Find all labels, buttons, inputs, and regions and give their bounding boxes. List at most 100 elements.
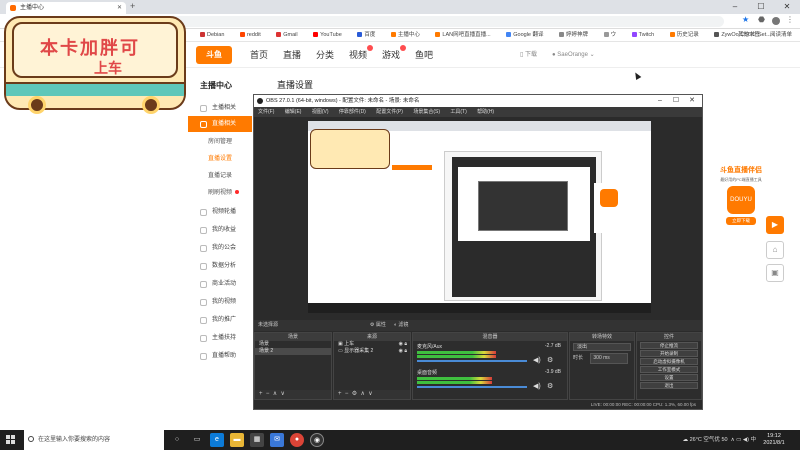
download-now-button[interactable]: 立即下载: [726, 217, 756, 225]
cortana-icon[interactable]: ○: [170, 433, 184, 447]
obs-preview[interactable]: [308, 121, 651, 313]
system-tray[interactable]: ☁ 26°C 空气优 50 ∧ ▭ ◀) 中: [683, 430, 756, 450]
obs-close-button[interactable]: ✕: [684, 95, 700, 107]
avatar[interactable]: [772, 17, 780, 25]
bookmark-other[interactable]: 其他书签: [738, 29, 760, 41]
sidebar-item[interactable]: 我的收益: [188, 222, 252, 238]
sidebar-item[interactable]: 数据分析: [188, 258, 252, 274]
scene-item[interactable]: 场景: [255, 341, 331, 348]
filters-button[interactable]: ◐ 滤镜: [394, 320, 408, 331]
gear-icon[interactable]: ⚙: [547, 356, 553, 364]
sidebar-sub-records[interactable]: 直播记录: [188, 168, 252, 184]
bookmark-item[interactable]: LAN网吧直播直播...: [435, 32, 491, 38]
remove-icon[interactable]: −: [345, 391, 349, 397]
mic-volume-slider[interactable]: [417, 360, 527, 362]
add-icon[interactable]: +: [259, 391, 263, 397]
bookmark-item[interactable]: 百度: [357, 32, 375, 38]
stop-streaming-button[interactable]: 停止推流: [640, 342, 698, 349]
nav-category[interactable]: 分类: [316, 42, 334, 68]
douyu-logo[interactable]: 斗鱼: [196, 46, 232, 64]
menu-icon[interactable]: ⋮: [786, 15, 794, 24]
sidebar-item[interactable]: 商业活动: [188, 276, 252, 292]
up-icon[interactable]: ∧: [360, 391, 364, 397]
play-icon[interactable]: ▶: [766, 216, 784, 234]
virtual-camera-button[interactable]: 启动虚拟摄像机: [640, 358, 698, 365]
add-icon[interactable]: +: [338, 391, 342, 397]
source-item[interactable]: ▭ 显示器采集 2 ◉ 🔒︎: [334, 348, 410, 355]
menu-scene-collection[interactable]: 场景集合(S): [413, 109, 440, 115]
menu-docks[interactable]: 停靠部件(D): [339, 109, 366, 115]
gear-icon[interactable]: ⚙: [352, 391, 357, 397]
bookmark-item[interactable]: 主播中心: [390, 32, 420, 38]
sidebar-item[interactable]: 主播扶持: [188, 330, 252, 346]
desktop-volume-slider[interactable]: [417, 386, 527, 388]
scene-item[interactable]: 场景 2: [255, 348, 331, 355]
store-icon[interactable]: ▦: [250, 433, 264, 447]
nav-home[interactable]: 首页: [250, 42, 268, 68]
file-explorer-icon[interactable]: ▬: [230, 433, 244, 447]
menu-profile[interactable]: 配置文件(P): [376, 109, 403, 115]
windows-start-icon[interactable]: [6, 435, 16, 445]
bookmark-item[interactable]: Gmail: [276, 32, 298, 38]
task-view-icon[interactable]: ▭: [190, 433, 204, 447]
nav-live[interactable]: 直播: [283, 42, 301, 68]
download-link[interactable]: ▯ 下载: [520, 42, 537, 68]
up-icon[interactable]: ∧: [273, 391, 277, 397]
sidebar-sub-room[interactable]: 房间管理: [188, 134, 252, 150]
bookmark-item[interactable]: ウ: [603, 32, 616, 38]
down-icon[interactable]: ∨: [280, 391, 284, 397]
sidebar-item[interactable]: 我的公会: [188, 240, 252, 256]
properties-button[interactable]: ⚙ 属性: [370, 320, 386, 331]
transition-select[interactable]: 淡出: [573, 343, 631, 351]
browser-tab[interactable]: 主播中心 ✕: [6, 2, 126, 14]
home-icon[interactable]: ⌂: [766, 241, 784, 259]
maximize-button[interactable]: ☐: [748, 0, 774, 14]
new-tab-button[interactable]: +: [130, 1, 135, 11]
sidebar-item-streamer[interactable]: 主播相关: [188, 100, 252, 116]
eye-icon[interactable]: ◉ 🔒︎: [399, 348, 410, 355]
menu-view[interactable]: 视图(V): [312, 109, 329, 115]
star-icon[interactable]: ★: [742, 15, 749, 24]
menu-help[interactable]: 帮助(H): [477, 109, 494, 115]
remove-icon[interactable]: −: [266, 391, 270, 397]
menu-tools[interactable]: 工具(T): [450, 109, 466, 115]
bookmark-item[interactable]: YouTube: [313, 32, 342, 38]
exit-button[interactable]: 退出: [640, 382, 698, 389]
bookmark-item[interactable]: 婷婷神牌: [559, 32, 588, 38]
sidebar-item[interactable]: 我的视频: [188, 294, 252, 310]
obs-minimize-button[interactable]: –: [652, 95, 668, 107]
bookmark-item[interactable]: Twitch: [631, 32, 654, 38]
user-menu[interactable]: ● SaeOrange ⌄: [552, 42, 595, 68]
start-recording-button[interactable]: 开始录制: [640, 350, 698, 357]
settings-button[interactable]: 设置: [640, 374, 698, 381]
nav-yuba[interactable]: 鱼吧: [415, 42, 433, 68]
bookmark-item[interactable]: 历史记录: [669, 32, 699, 38]
bookmark-item[interactable]: reddit: [239, 32, 261, 38]
sidebar-sub-clips[interactable]: 刷刷视频: [188, 185, 252, 201]
sidebar-item[interactable]: 直播帮助: [188, 348, 252, 364]
down-icon[interactable]: ∨: [368, 391, 372, 397]
studio-mode-button[interactable]: 工作室模式: [640, 366, 698, 373]
menu-edit[interactable]: 编辑(E): [285, 109, 302, 115]
extensions-icon[interactable]: ⬣: [758, 15, 765, 24]
obs-maximize-button[interactable]: ☐: [668, 95, 684, 107]
menu-file[interactable]: 文件(F): [258, 109, 274, 115]
obs-taskbar-icon[interactable]: ◉: [310, 433, 324, 447]
bookmark-reading-list[interactable]: 阅读清单: [770, 29, 792, 41]
nav-video[interactable]: 视频: [349, 42, 367, 68]
sidebar-item-live[interactable]: 直播相关: [188, 116, 252, 132]
edge-icon[interactable]: e: [210, 433, 224, 447]
companion-ad[interactable]: 斗鱼直播伴侣 最好用的PC端直播工具 DOUYU 立即下载: [714, 165, 768, 229]
nav-game[interactable]: 游戏: [382, 42, 400, 68]
eye-icon[interactable]: ◉ 🔒︎: [399, 341, 410, 348]
sidebar-item[interactable]: 视频轮播: [188, 204, 252, 220]
gift-icon[interactable]: ▣: [766, 264, 784, 282]
close-window-button[interactable]: ✕: [774, 0, 800, 14]
gear-icon[interactable]: ⚙: [547, 382, 553, 390]
clock[interactable]: 19:12 2021/8/1: [758, 433, 790, 447]
speaker-icon[interactable]: ◀): [533, 356, 541, 364]
source-item[interactable]: ▣ 上车 ◉ 🔒︎: [334, 341, 410, 348]
chrome-icon[interactable]: ●: [290, 433, 304, 447]
sidebar-item[interactable]: 我的推广: [188, 312, 252, 328]
speaker-icon[interactable]: ◀): [533, 382, 541, 390]
